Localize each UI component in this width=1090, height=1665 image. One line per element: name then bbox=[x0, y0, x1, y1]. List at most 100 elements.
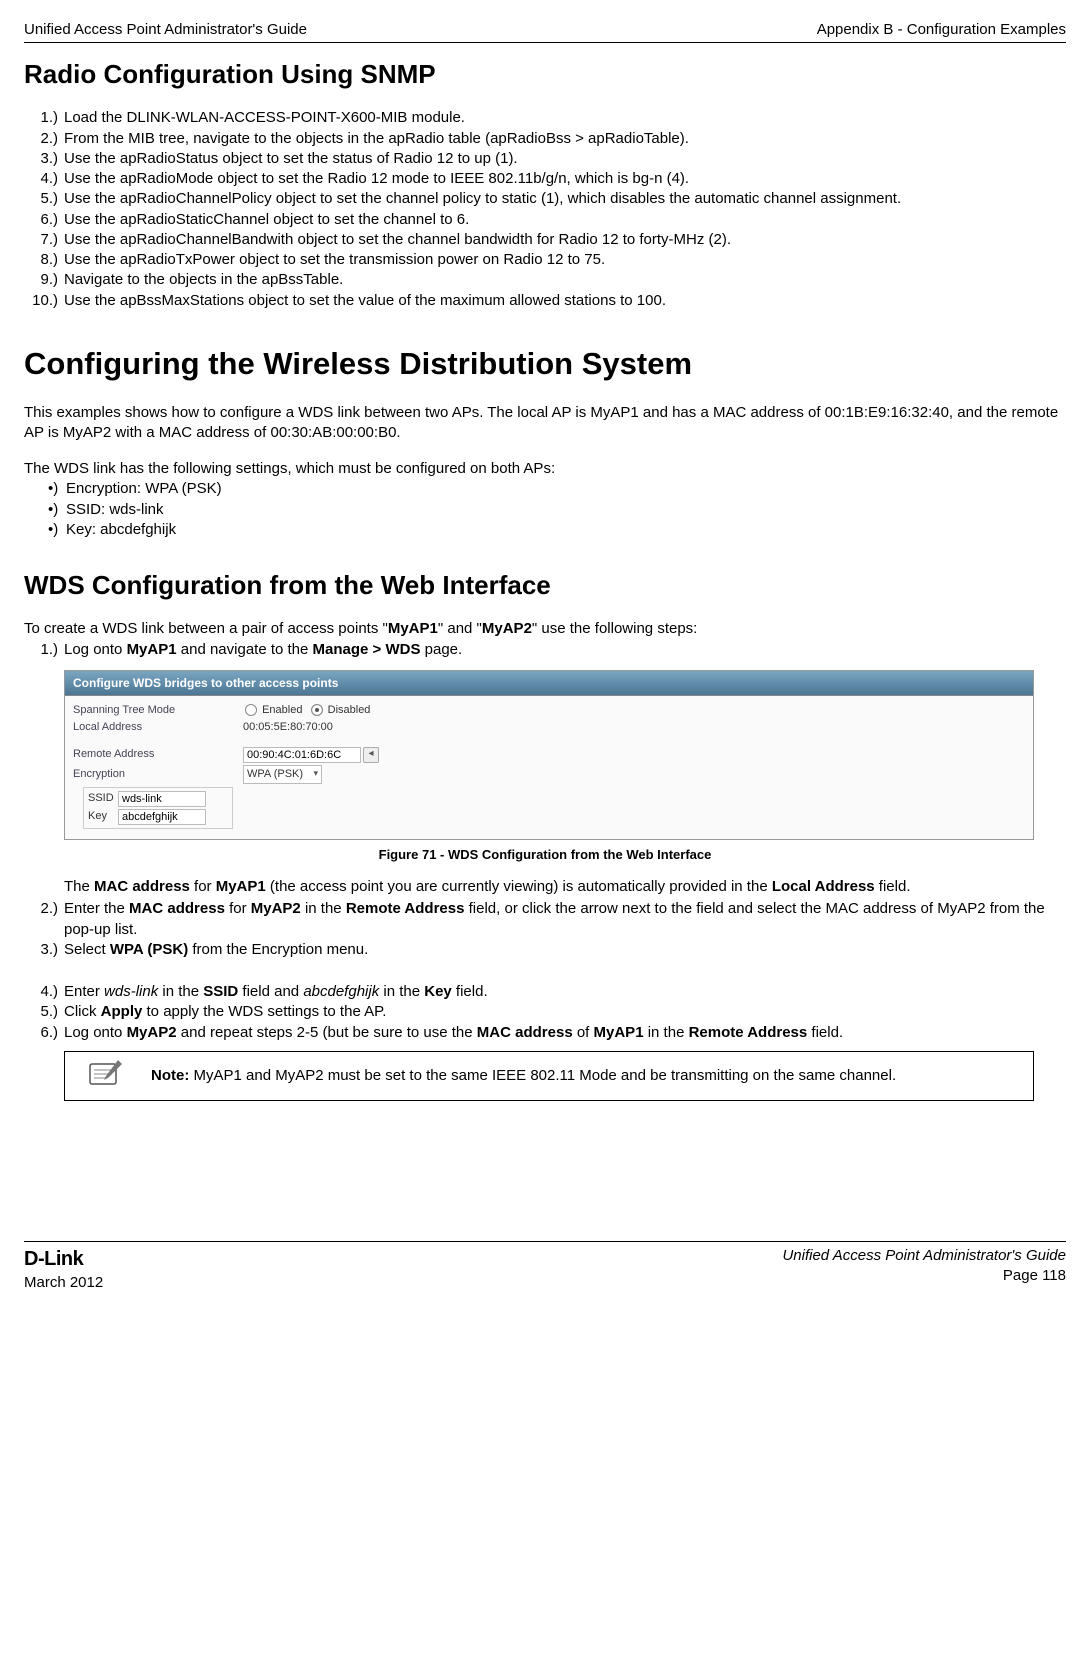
text-fragment: field. bbox=[807, 1024, 843, 1041]
ssid-term: SSID bbox=[203, 983, 238, 1000]
local-address-term: Local Address bbox=[772, 878, 875, 895]
text-fragment: Click bbox=[64, 1003, 101, 1020]
ap2-name: MyAP2 bbox=[482, 620, 532, 637]
list-text: Log onto MyAP2 and repeat steps 2-5 (but… bbox=[64, 1023, 1066, 1043]
text-fragment: " and " bbox=[438, 620, 482, 637]
list-item: 2.)From the MIB tree, navigate to the ob… bbox=[24, 129, 1066, 149]
key-term: Key bbox=[424, 983, 452, 1000]
list-number: 10.) bbox=[24, 291, 64, 311]
list-text: Use the apRadioMode object to set the Ra… bbox=[64, 169, 1066, 189]
key-label: Key bbox=[88, 809, 118, 824]
wds-web-steps-list: 1.) Log onto MyAP1 and navigate to the M… bbox=[24, 640, 1066, 660]
encryption-details-box: SSID Key bbox=[83, 787, 233, 829]
list-item: 9.)Navigate to the objects in the apBssT… bbox=[24, 270, 1066, 290]
note-body: MyAP1 and MyAP2 must be set to the same … bbox=[189, 1067, 896, 1084]
list-item: 7.)Use the apRadioChannelBandwith object… bbox=[24, 230, 1066, 250]
list-text: Use the apBssMaxStations object to set t… bbox=[64, 291, 1066, 311]
mac-address-term: MAC address bbox=[94, 878, 190, 895]
list-item: 3.)Use the apRadioStatus object to set t… bbox=[24, 149, 1066, 169]
list-text: From the MIB tree, navigate to the objec… bbox=[64, 129, 1066, 149]
text-fragment: and navigate to the bbox=[177, 641, 313, 658]
wds-intro-paragraph: This examples shows how to configure a W… bbox=[24, 403, 1066, 444]
list-text: Log onto MyAP1 and navigate to the Manag… bbox=[64, 640, 1066, 660]
disabled-radio[interactable]: Disabled bbox=[309, 703, 371, 718]
text-fragment: Select bbox=[64, 941, 110, 958]
bullet-mark: •) bbox=[48, 479, 66, 499]
encryption-select[interactable]: WPA (PSK) bbox=[243, 765, 322, 784]
text-fragment: field. bbox=[452, 983, 488, 1000]
list-number: 6.) bbox=[24, 1023, 64, 1043]
list-item: 8.)Use the apRadioTxPower object to set … bbox=[24, 250, 1066, 270]
list-number: 5.) bbox=[24, 1002, 64, 1022]
ssid-value-italic: wds-link bbox=[104, 983, 158, 1000]
list-text: Use the apRadioStaticChannel object to s… bbox=[64, 210, 1066, 230]
ap-name: MyAP1 bbox=[127, 641, 177, 658]
local-address-label: Local Address bbox=[73, 720, 243, 735]
list-number: 4.) bbox=[24, 169, 64, 189]
text-fragment: Log onto bbox=[64, 641, 127, 658]
enabled-radio[interactable]: Enabled bbox=[243, 703, 302, 718]
footer-left: D-Link March 2012 bbox=[24, 1246, 103, 1293]
list-item: 3.) Select WPA (PSK) from the Encryption… bbox=[24, 940, 1066, 960]
bullet-mark: •) bbox=[48, 500, 66, 520]
text-fragment: in the bbox=[379, 983, 424, 1000]
list-text: Use the apRadioChannelPolicy object to s… bbox=[64, 189, 1066, 209]
text-fragment: Enter bbox=[64, 983, 104, 1000]
text-fragment: and repeat steps 2-5 (but be sure to use… bbox=[177, 1024, 477, 1041]
text-fragment: from the Encryption menu. bbox=[188, 941, 368, 958]
mac-address-term: MAC address bbox=[129, 900, 225, 917]
remote-address-term: Remote Address bbox=[689, 1024, 808, 1041]
remote-address-picker-button[interactable]: ◂ bbox=[363, 747, 379, 763]
wds-settings-bullets: •)Encryption: WPA (PSK) •)SSID: wds-link… bbox=[48, 479, 1066, 540]
list-number: 1.) bbox=[24, 640, 64, 660]
list-item: 4.) Enter wds-link in the SSID field and… bbox=[24, 982, 1066, 1002]
header-right: Appendix B - Configuration Examples bbox=[817, 20, 1066, 40]
ap-name: MyAP1 bbox=[594, 1024, 644, 1041]
text-fragment: " use the following steps: bbox=[532, 620, 697, 637]
footer-page-number: Page 118 bbox=[782, 1266, 1066, 1286]
note-label: Note: bbox=[151, 1067, 189, 1084]
text-fragment: field. bbox=[875, 878, 911, 895]
list-text: Select WPA (PSK) from the Encryption men… bbox=[64, 940, 1066, 960]
list-number: 6.) bbox=[24, 210, 64, 230]
list-number: 3.) bbox=[24, 940, 64, 960]
list-number: 2.) bbox=[24, 899, 64, 940]
note-icon-cell bbox=[65, 1052, 147, 1100]
list-text: Click Apply to apply the WDS settings to… bbox=[64, 1002, 1066, 1022]
header-left: Unified Access Point Administrator's Gui… bbox=[24, 20, 307, 40]
list-item: 2.) Enter the MAC address for MyAP2 in t… bbox=[24, 899, 1066, 940]
note-pencil-icon bbox=[88, 1058, 124, 1088]
figure-row-spanning: Spanning Tree Mode Enabled Disabled bbox=[73, 702, 1025, 719]
figure-row-encryption: Encryption WPA (PSK) bbox=[73, 764, 1025, 785]
figure-title-bar: Configure WDS bridges to other access po… bbox=[65, 671, 1033, 696]
list-item: 5.)Use the apRadioChannelPolicy object t… bbox=[24, 189, 1066, 209]
list-item: •)SSID: wds-link bbox=[48, 500, 1066, 520]
wds-config-figure: Configure WDS bridges to other access po… bbox=[64, 670, 1034, 840]
list-item: •)Encryption: WPA (PSK) bbox=[48, 479, 1066, 499]
list-text: SSID: wds-link bbox=[66, 500, 164, 520]
text-fragment: in the bbox=[301, 900, 346, 917]
ap1-name: MyAP1 bbox=[388, 620, 438, 637]
list-text: Use the apRadioStatus object to set the … bbox=[64, 149, 1066, 169]
dlink-logo: D-Link bbox=[24, 1246, 103, 1273]
section-heading-radio: Radio Configuration Using SNMP bbox=[24, 57, 1066, 92]
list-number: 4.) bbox=[24, 982, 64, 1002]
wds-web-steps-list-cont2: 4.) Enter wds-link in the SSID field and… bbox=[24, 982, 1066, 1043]
remote-address-input[interactable] bbox=[243, 747, 361, 763]
list-text: Enter wds-link in the SSID field and abc… bbox=[64, 982, 1066, 1002]
list-text: Use the apRadioTxPower object to set the… bbox=[64, 250, 1066, 270]
list-text: Key: abcdefghijk bbox=[66, 520, 176, 540]
remote-address-label: Remote Address bbox=[73, 747, 243, 762]
ssid-input[interactable] bbox=[118, 791, 206, 807]
list-item: 4.)Use the apRadioMode object to set the… bbox=[24, 169, 1066, 189]
ap-name: MyAP2 bbox=[127, 1024, 177, 1041]
page-footer: D-Link March 2012 Unified Access Point A… bbox=[24, 1241, 1066, 1293]
wds-steps-lead: To create a WDS link between a pair of a… bbox=[24, 619, 1066, 639]
text-fragment: field and bbox=[238, 983, 303, 1000]
list-text: Use the apRadioChannelBandwith object to… bbox=[64, 230, 1066, 250]
list-number: 3.) bbox=[24, 149, 64, 169]
note-text: Note: MyAP1 and MyAP2 must be set to the… bbox=[147, 1058, 1033, 1094]
wds-settings-lead: The WDS link has the following settings,… bbox=[24, 459, 1066, 479]
list-text: Navigate to the objects in the apBssTabl… bbox=[64, 270, 1066, 290]
key-input[interactable] bbox=[118, 809, 206, 825]
